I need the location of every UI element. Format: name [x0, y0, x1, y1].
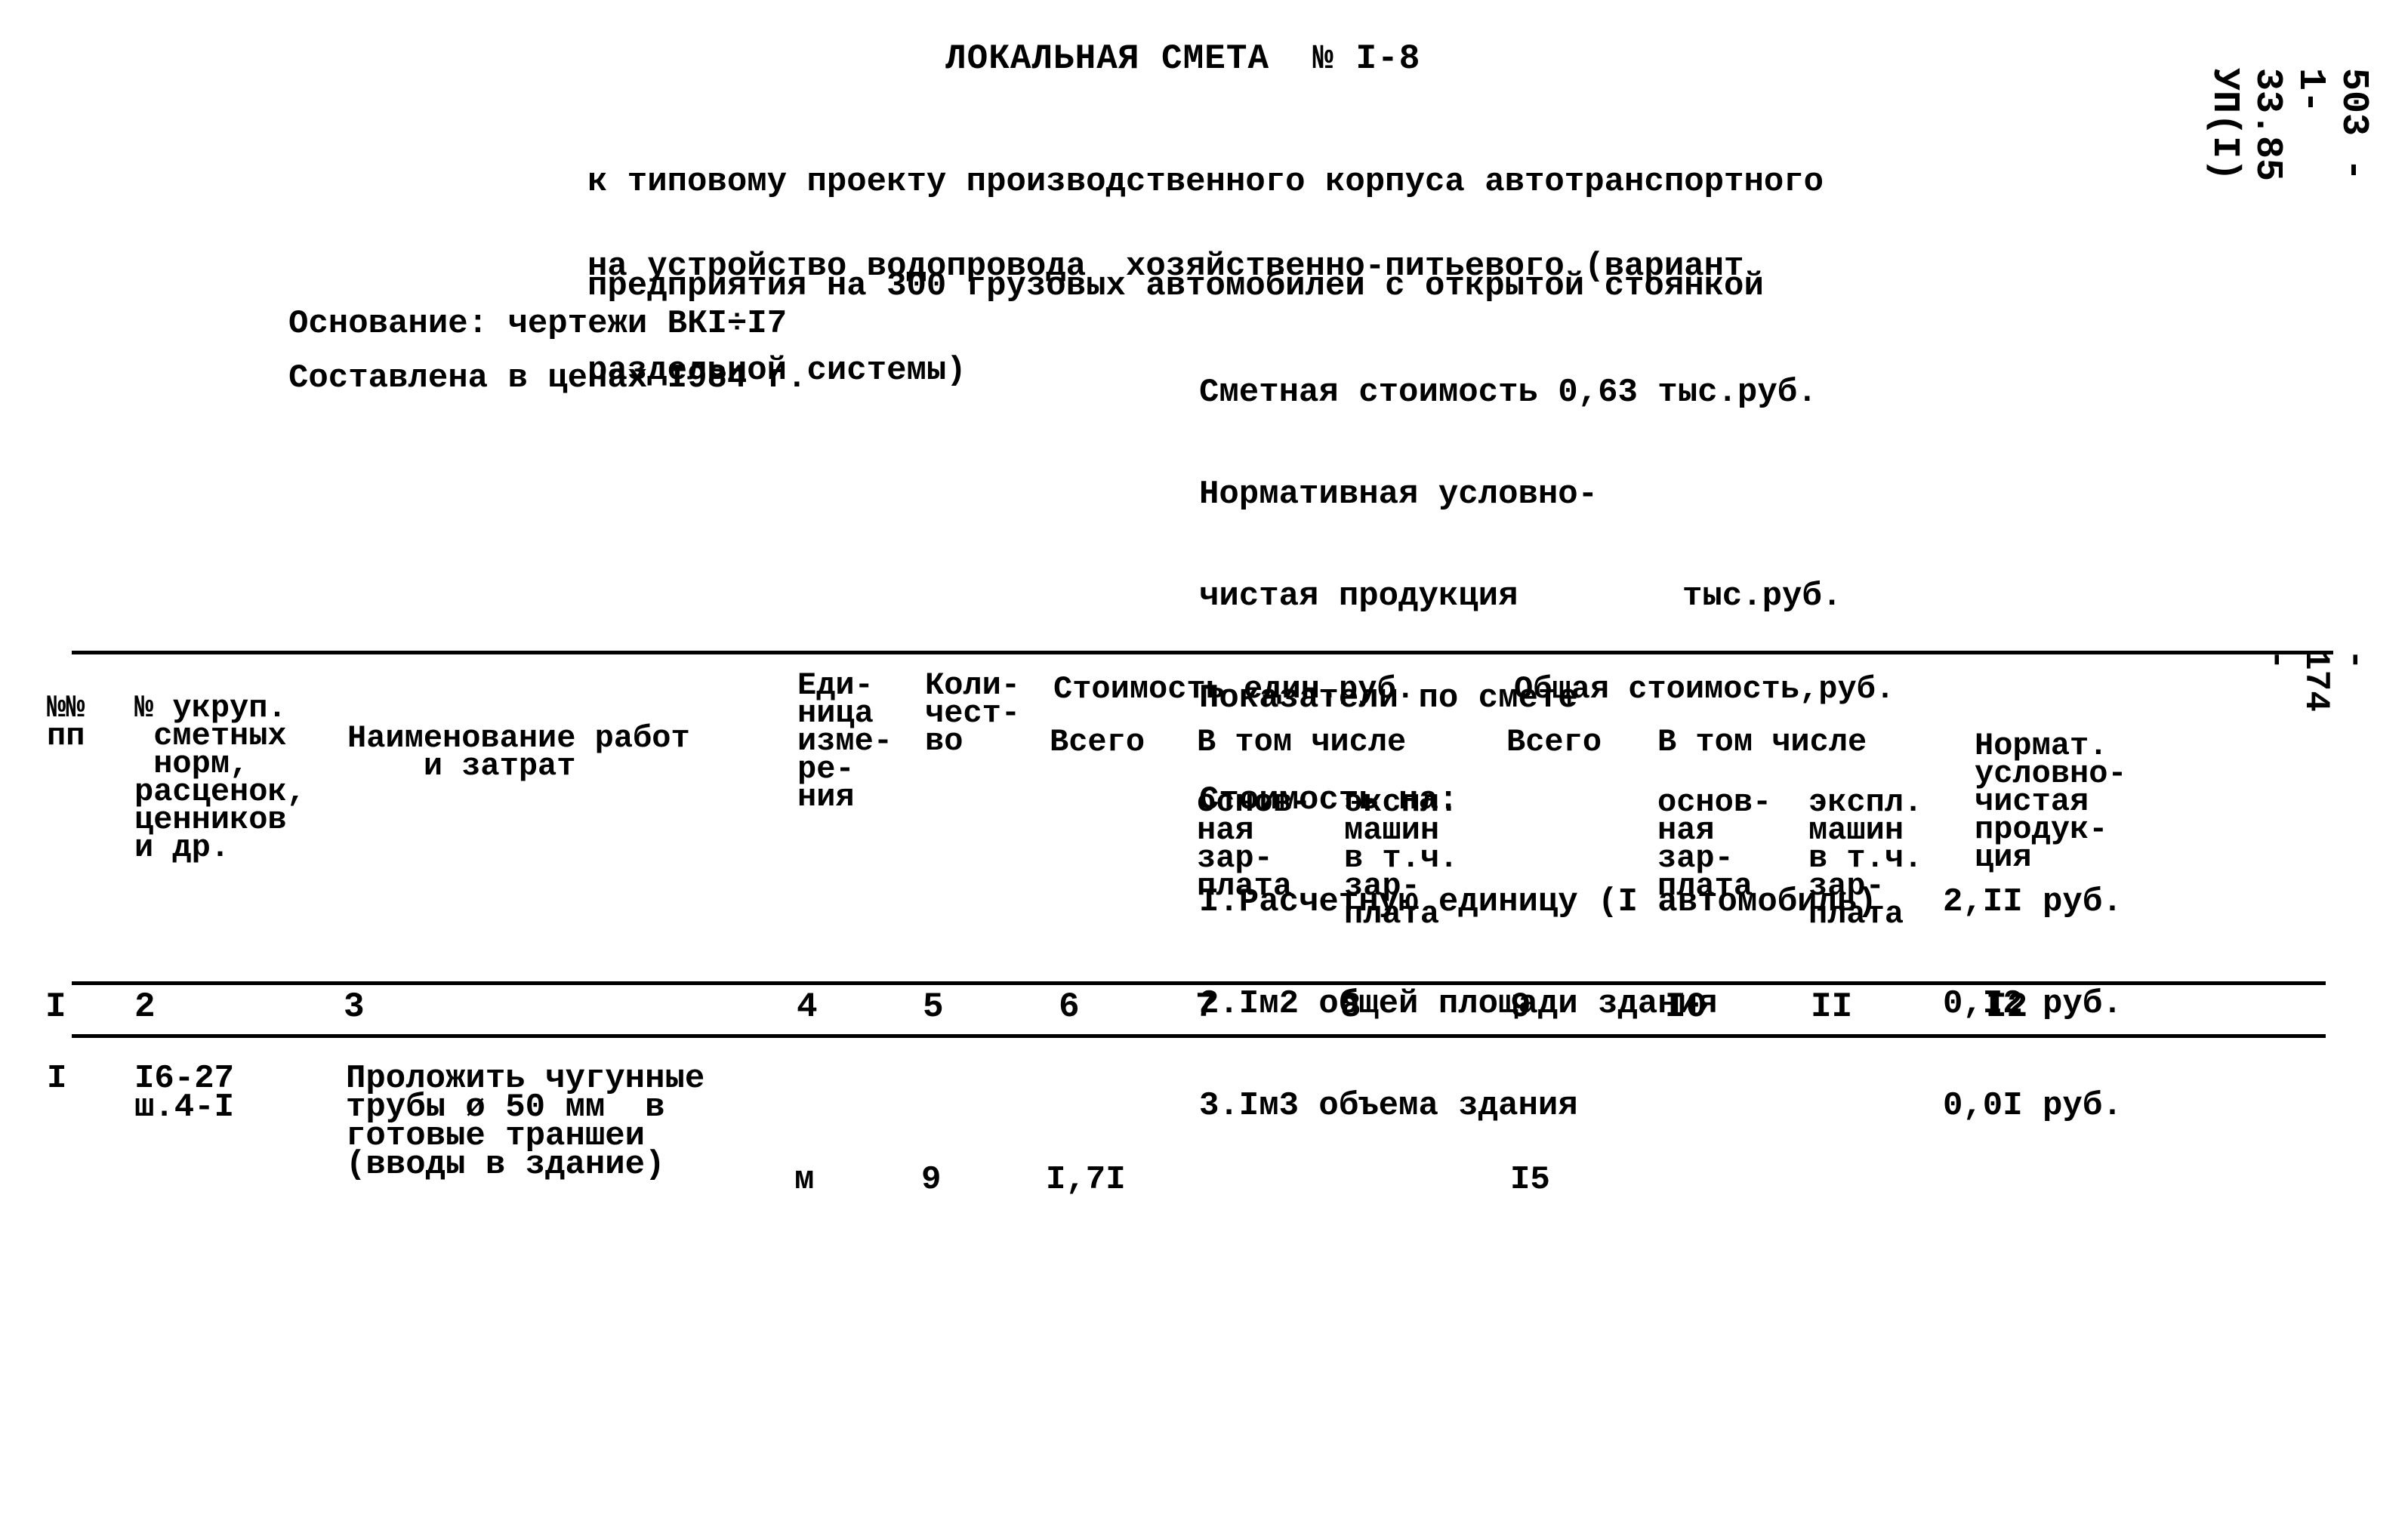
header-total-all: Всего: [1506, 724, 1602, 760]
page-number: - 174 -: [2257, 649, 2375, 712]
estimated-cost: Сметная стоимость 0,63 тыс.руб.: [1199, 374, 1818, 411]
header-name: Наименование работ и затрат: [347, 720, 690, 784]
document-title: ЛОКАЛЬНАЯ СМЕТА № I-8: [945, 39, 1421, 79]
row-total-all: I5: [1510, 1161, 1550, 1199]
column-number: 7: [1195, 987, 1216, 1027]
header-num: №№ пп: [47, 690, 85, 754]
column-number: I: [45, 987, 66, 1027]
header-total-incl: В том числе: [1657, 724, 1867, 760]
indicator-label: 3.Iм3 объема здания: [1199, 1087, 1578, 1125]
row-code: I6-27 ш.4-I: [134, 1060, 235, 1126]
header-unit-cost-group: Стоимость един.руб.: [1053, 671, 1415, 707]
indicator-row: 2.Iм2 общей площади здания 0,I2 руб.: [1199, 985, 2123, 1023]
normative-unit: тыс.руб.: [1682, 577, 1842, 615]
header-total-wage: основ- ная зар- плата: [1657, 784, 1772, 904]
column-number: 3: [344, 987, 365, 1027]
indicator-label: 2.Iм2 общей площади здания: [1199, 985, 1718, 1023]
header-code: № укруп. сметных норм, расценок, ценнико…: [134, 690, 306, 866]
column-number: 4: [797, 987, 818, 1027]
indicator-value: 0,I2 руб.: [1943, 985, 2123, 1023]
column-number-rule: [72, 1034, 2326, 1038]
header-unit-cost-mach: экспл. машин в т.ч. зар- плата: [1344, 784, 1459, 932]
work-purpose-line: на устройство водопровода хозяйственно-п…: [587, 248, 1744, 285]
document-code: 503 - 1-33.85 УП(I): [2203, 68, 2375, 182]
row-qty: 9: [921, 1161, 942, 1199]
row-unit-cost-total: I,7I: [1046, 1161, 1126, 1199]
header-unit-cost-incl: В том числе: [1197, 724, 1407, 760]
normative-label-2: чистая продукция: [1199, 577, 1518, 615]
normative-label: Нормативная условно-: [1199, 476, 1599, 513]
column-number: I2: [1986, 987, 2028, 1027]
normative-row: чистая продукция тыс.руб.: [1199, 580, 1877, 614]
basis-prices: Составлена в ценах I984 г.: [288, 359, 807, 397]
table-top-rule: [72, 651, 2333, 654]
indicator-row: 3.Iм3 объема здания 0,0I руб.: [1199, 1087, 2123, 1125]
header-normative: Нормат. условно- чистая продук- ция: [1975, 728, 2127, 876]
header-unit-cost-total: Всего: [1050, 724, 1145, 760]
column-number: 9: [1510, 987, 1531, 1027]
header-qty: Коли- чест- во: [925, 667, 1021, 759]
indicator-value: 0,0I руб.: [1943, 1087, 2123, 1125]
row-name: Проложить чугунные трубы ø 50 мм в готов…: [346, 1060, 705, 1184]
basis-drawings: Основание: чертежи ВКI÷I7: [288, 305, 788, 343]
column-number: 8: [1340, 987, 1361, 1027]
header-unit-cost-wage: основ- ная зар- плата: [1197, 784, 1312, 904]
header-total-group: Общая стоимость,руб.: [1514, 671, 1895, 707]
header-total-mach: экспл. машин в т.ч. зар- плата: [1808, 784, 1923, 932]
column-number: II: [1811, 987, 1853, 1027]
header-bottom-rule: [72, 981, 2326, 985]
row-num: I: [47, 1060, 67, 1098]
column-number: 5: [923, 987, 944, 1027]
column-number: I0: [1665, 987, 1707, 1027]
indicator-value: 2,II руб.: [1943, 883, 2123, 921]
row-unit: м: [794, 1161, 815, 1199]
column-number: 2: [134, 987, 156, 1027]
header-unit: Еди- ница изме- ре- ния: [797, 667, 893, 815]
column-number: 6: [1059, 987, 1080, 1027]
